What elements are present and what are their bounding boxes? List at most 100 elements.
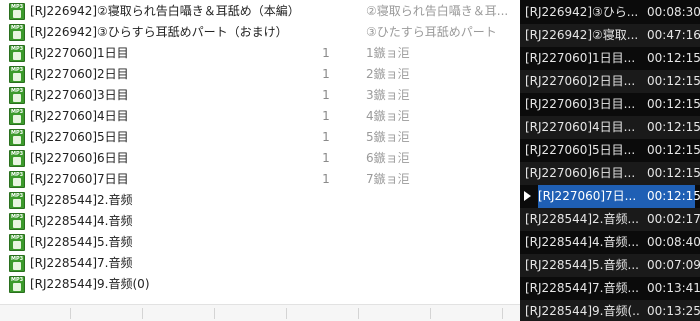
playlist-item-title: [RJ226942]③ひら... [525, 5, 639, 19]
file-name: [RJ227060]5日目 [30, 130, 129, 144]
column-divider [142, 308, 143, 319]
file-title-tag: 6鏃ョ洰 [366, 151, 410, 165]
playlist-panel: [RJ226942]③ひら... 00:08:30 [RJ226942]②寝取...… [520, 0, 700, 321]
file-title-tag: ②寝取られ告白囁き＆耳... [366, 4, 509, 18]
file-row[interactable]: MP3 [RJ228544]7.音频 [0, 253, 520, 274]
playlist-item-title: [RJ227060]7日... [538, 185, 643, 208]
playlist-item[interactable]: [RJ228544]5.音频... 00:07:09 [520, 254, 700, 277]
playlist-item[interactable]: [RJ227060]2日目... 00:12:15 [520, 70, 700, 93]
mp3-file-icon: MP3 [9, 66, 25, 83]
file-name: [RJ228544]4.音频 [30, 214, 133, 228]
playlist-item-duration: 00:13:41 [647, 281, 700, 295]
playlist-item-title: [RJ227060]6日目... [525, 166, 636, 180]
mp3-file-icon: MP3 [9, 87, 25, 104]
playlist-item-duration: 00:12:15 [647, 143, 700, 157]
playlist-item-title: [RJ227060]1日目... [525, 51, 636, 65]
file-row[interactable]: MP3 [RJ228544]9.音频(0) [0, 274, 520, 295]
file-track-number: 1 [322, 151, 330, 165]
playlist-item-current[interactable]: [RJ227060]7日... 00:12:15 [520, 185, 700, 208]
playlist-item[interactable]: [RJ227060]5日目... 00:12:15 [520, 139, 700, 162]
playlist-item[interactable]: [RJ227060]1日目... 00:12:15 [520, 47, 700, 70]
file-row[interactable]: MP3 [RJ228544]5.音频 [0, 232, 520, 253]
file-row[interactable]: MP3 [RJ227060]2日目 1 2鏃ョ洰 [0, 64, 520, 85]
playlist-item[interactable]: [RJ227060]4日目... 00:12:15 [520, 116, 700, 139]
playlist-item-title: [RJ227060]4日目... [525, 120, 636, 134]
mp3-file-icon: MP3 [9, 192, 25, 209]
playlist-item-duration: 00:12:15 [643, 185, 700, 208]
mp3-file-icon: MP3 [9, 276, 25, 293]
mp3-file-icon: MP3 [9, 171, 25, 188]
playlist-item-title: [RJ228544]2.音频... [525, 212, 639, 226]
playlist-item-duration: 00:08:40 [647, 235, 700, 249]
file-title-tag: 1鏃ョ洰 [366, 46, 410, 60]
horizontal-scrollbar[interactable] [0, 304, 520, 321]
file-row[interactable]: MP3 [RJ227060]3日目 1 3鏃ョ洰 [0, 85, 520, 106]
file-track-number: 1 [322, 88, 330, 102]
file-name: [RJ228544]5.音频 [30, 235, 133, 249]
playlist-item-duration: 00:12:15 [647, 51, 700, 65]
file-row[interactable]: MP3 [RJ228544]2.音频 [0, 190, 520, 211]
playlist-item-duration: 00:12:15 [647, 166, 700, 180]
column-divider [70, 308, 71, 319]
playlist-item-duration: 00:47:16 [647, 28, 700, 42]
playlist-item[interactable]: [RJ226942]②寝取... 00:47:16 [520, 24, 700, 47]
playlist-item-title: [RJ228544]4.音频... [525, 235, 639, 249]
playlist-item-duration: 00:13:25 [647, 304, 700, 318]
playlist-item-title: [RJ228544]5.音频... [525, 258, 639, 272]
playlist-item[interactable]: [RJ228544]4.音频... 00:08:40 [520, 231, 700, 254]
playlist-item-duration: 00:12:15 [647, 97, 700, 111]
file-track-number: 1 [322, 46, 330, 60]
file-track-number: 1 [322, 130, 330, 144]
file-row[interactable]: MP3 [RJ227060]7日目 1 7鏃ョ洰 [0, 169, 520, 190]
column-divider [214, 308, 215, 319]
playlist-item-title: [RJ227060]2日目... [525, 74, 636, 88]
mp3-file-icon: MP3 [9, 234, 25, 251]
mp3-file-icon: MP3 [9, 24, 25, 41]
mp3-file-icon: MP3 [9, 3, 25, 20]
file-name: [RJ228544]9.音频(0) [30, 277, 150, 291]
column-divider [430, 308, 431, 319]
playlist-item[interactable]: [RJ227060]6日目... 00:12:15 [520, 162, 700, 185]
playlist-item[interactable]: [RJ228544]9.音频(... 00:13:25 [520, 300, 700, 321]
file-title-tag: 4鏃ョ洰 [366, 109, 410, 123]
file-track-number: 1 [322, 172, 330, 186]
file-name: [RJ226942]②寝取られ告白囁き＆耳舐め（本編） [30, 4, 300, 18]
file-track-number: 1 [322, 109, 330, 123]
mp3-file-icon: MP3 [9, 150, 25, 167]
file-name: [RJ227060]1日目 [30, 46, 129, 60]
playlist-item-duration: 00:02:17 [647, 212, 700, 226]
column-divider [358, 308, 359, 319]
file-title-tag: ③ひたすら耳舐めパート [366, 25, 497, 39]
playlist-item[interactable]: [RJ228544]7.音频... 00:13:41 [520, 277, 700, 300]
mp3-file-icon: MP3 [9, 129, 25, 146]
mp3-file-icon: MP3 [9, 45, 25, 62]
playlist-item-duration: 00:07:09 [647, 258, 700, 272]
playlist-item-title: [RJ227060]3日目... [525, 97, 636, 111]
playlist-item[interactable]: [RJ226942]③ひら... 00:08:30 [520, 1, 700, 24]
file-title-tag: 7鏃ョ洰 [366, 172, 410, 186]
playlist-item-title: [RJ227060]5日目... [525, 143, 636, 157]
playlist-item-duration: 00:12:15 [647, 74, 700, 88]
play-arrow-icon [524, 191, 531, 201]
file-row[interactable]: MP3 [RJ227060]1日目 1 1鏃ョ洰 [0, 43, 520, 64]
file-name: [RJ227060]6日目 [30, 151, 129, 165]
file-row[interactable]: MP3 [RJ226942]②寝取られ告白囁き＆耳舐め（本編） ②寝取られ告白囁き＆… [0, 1, 520, 22]
file-name: [RJ227060]4日目 [30, 109, 129, 123]
file-name: [RJ228544]2.音频 [30, 193, 133, 207]
mp3-file-icon: MP3 [9, 108, 25, 125]
file-title-tag: 2鏃ョ洰 [366, 67, 410, 81]
file-track-number: 1 [322, 67, 330, 81]
playlist-item[interactable]: [RJ227060]3日目... 00:12:15 [520, 93, 700, 116]
file-row[interactable]: MP3 [RJ227060]5日目 1 5鏃ョ洰 [0, 127, 520, 148]
file-name: [RJ228544]7.音频 [30, 256, 133, 270]
mp3-file-icon: MP3 [9, 255, 25, 272]
playlist-item[interactable]: [RJ228544]2.音频... 00:02:17 [520, 208, 700, 231]
mp3-file-icon: MP3 [9, 213, 25, 230]
file-row[interactable]: MP3 [RJ228544]4.音频 [0, 211, 520, 232]
file-title-tag: 5鏃ョ洰 [366, 130, 410, 144]
file-row[interactable]: MP3 [RJ226942]③ひらすら耳舐めパート（おまけ） ③ひたすら耳舐めパート [0, 22, 520, 43]
file-name: [RJ227060]7日目 [30, 172, 129, 186]
file-name: [RJ227060]2日目 [30, 67, 129, 81]
file-row[interactable]: MP3 [RJ227060]6日目 1 6鏃ョ洰 [0, 148, 520, 169]
file-row[interactable]: MP3 [RJ227060]4日目 1 4鏃ョ洰 [0, 106, 520, 127]
